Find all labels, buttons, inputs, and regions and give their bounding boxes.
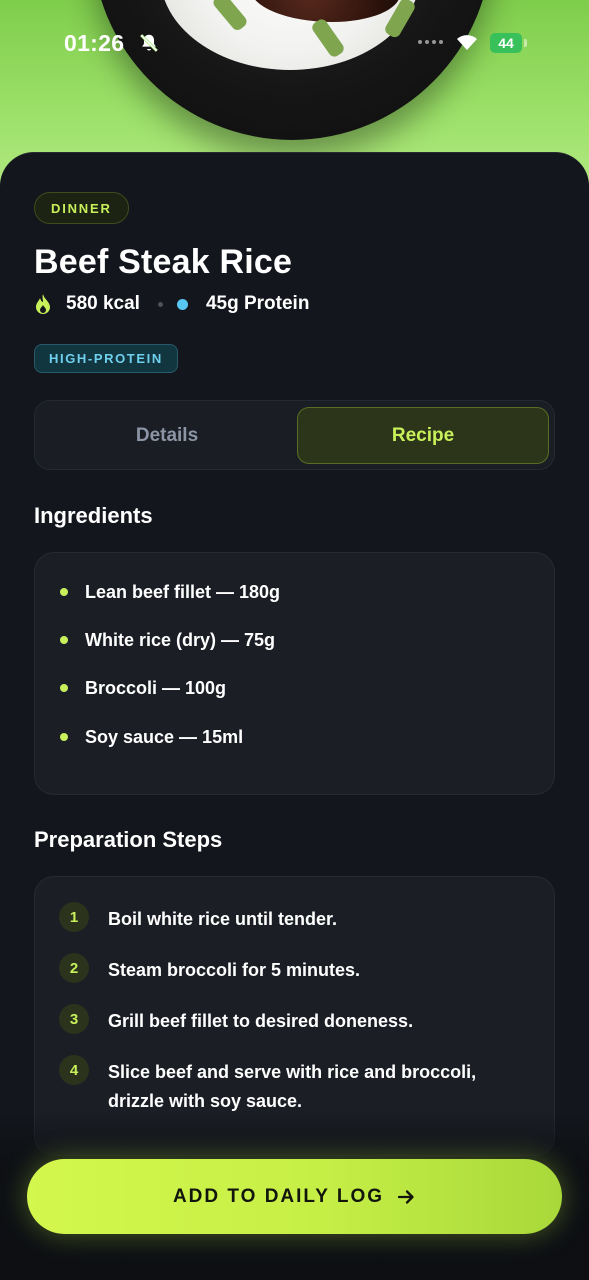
ingredients-heading: Ingredients [34, 503, 153, 528]
protein-value: 45g Protein [205, 293, 310, 314]
macro-summary: 580 kcal 45g Protein [34, 291, 309, 317]
wifi-icon [457, 35, 477, 50]
step-item: 4 Slice beef and serve with rice and bro… [59, 1055, 529, 1116]
arrow-right-icon [397, 1189, 414, 1204]
status-time: 01:26 [64, 30, 125, 56]
bullet-icon [60, 733, 68, 741]
step-item: 1 Boil white rice until tender. [59, 902, 529, 934]
meal-title: Beef Steak Rice [34, 243, 293, 281]
ingredient-text: Broccoli — 100g [85, 677, 227, 698]
ingredients-list: Lean beef fillet — 180g White rice (dry)… [34, 552, 555, 795]
step-item: 3 Grill beef fillet to desired doneness. [59, 1004, 529, 1036]
step-number: 4 [59, 1055, 89, 1085]
signal-icon [418, 40, 443, 44]
tab-details[interactable]: Details [41, 407, 293, 464]
meal-category-badge: DINNER [34, 192, 129, 224]
status-bar: 01:26 44 [0, 0, 589, 90]
step-text: Steam broccoli for 5 minutes. [108, 960, 361, 980]
flame-icon [36, 294, 50, 314]
tab-switcher: Details Recipe [34, 400, 555, 470]
calories-value: 580 kcal [66, 293, 140, 314]
bell-off-icon [140, 34, 158, 52]
preparation-heading: Preparation Steps [34, 827, 223, 852]
step-text: Boil white rice until tender. [108, 909, 338, 929]
step-number: 1 [59, 902, 89, 932]
step-text: Slice beef and serve with rice and brocc… [108, 1062, 477, 1111]
step-number: 2 [59, 953, 89, 983]
add-to-daily-log-button[interactable]: ADD TO DAILY LOG [27, 1159, 562, 1234]
ingredient-text: Soy sauce — 15ml [85, 726, 244, 747]
battery-icon: 44 [490, 32, 530, 54]
bullet-icon [60, 684, 68, 692]
ingredient-text: Lean beef fillet — 180g [85, 581, 281, 602]
step-text: Grill beef fillet to desired doneness. [108, 1011, 414, 1031]
step-item: 2 Steam broccoli for 5 minutes. [59, 953, 529, 985]
tab-recipe[interactable]: Recipe [297, 407, 549, 464]
diet-tag-badge: HIGH-PROTEIN [34, 344, 178, 373]
battery-level: 44 [490, 33, 522, 53]
list-item: Lean beef fillet — 180g [35, 577, 280, 607]
separator-dot [157, 301, 163, 307]
add-to-daily-log-label: ADD TO DAILY LOG [172, 1185, 385, 1207]
bullet-icon [60, 588, 68, 596]
step-number: 3 [59, 1004, 89, 1034]
list-item: White rice (dry) — 75g [35, 625, 275, 655]
protein-dot-icon [176, 298, 188, 310]
list-item: Broccoli — 100g [35, 673, 226, 703]
ingredient-text: White rice (dry) — 75g [85, 629, 276, 650]
list-item: Soy sauce — 15ml [35, 722, 243, 752]
bullet-icon [60, 636, 68, 644]
